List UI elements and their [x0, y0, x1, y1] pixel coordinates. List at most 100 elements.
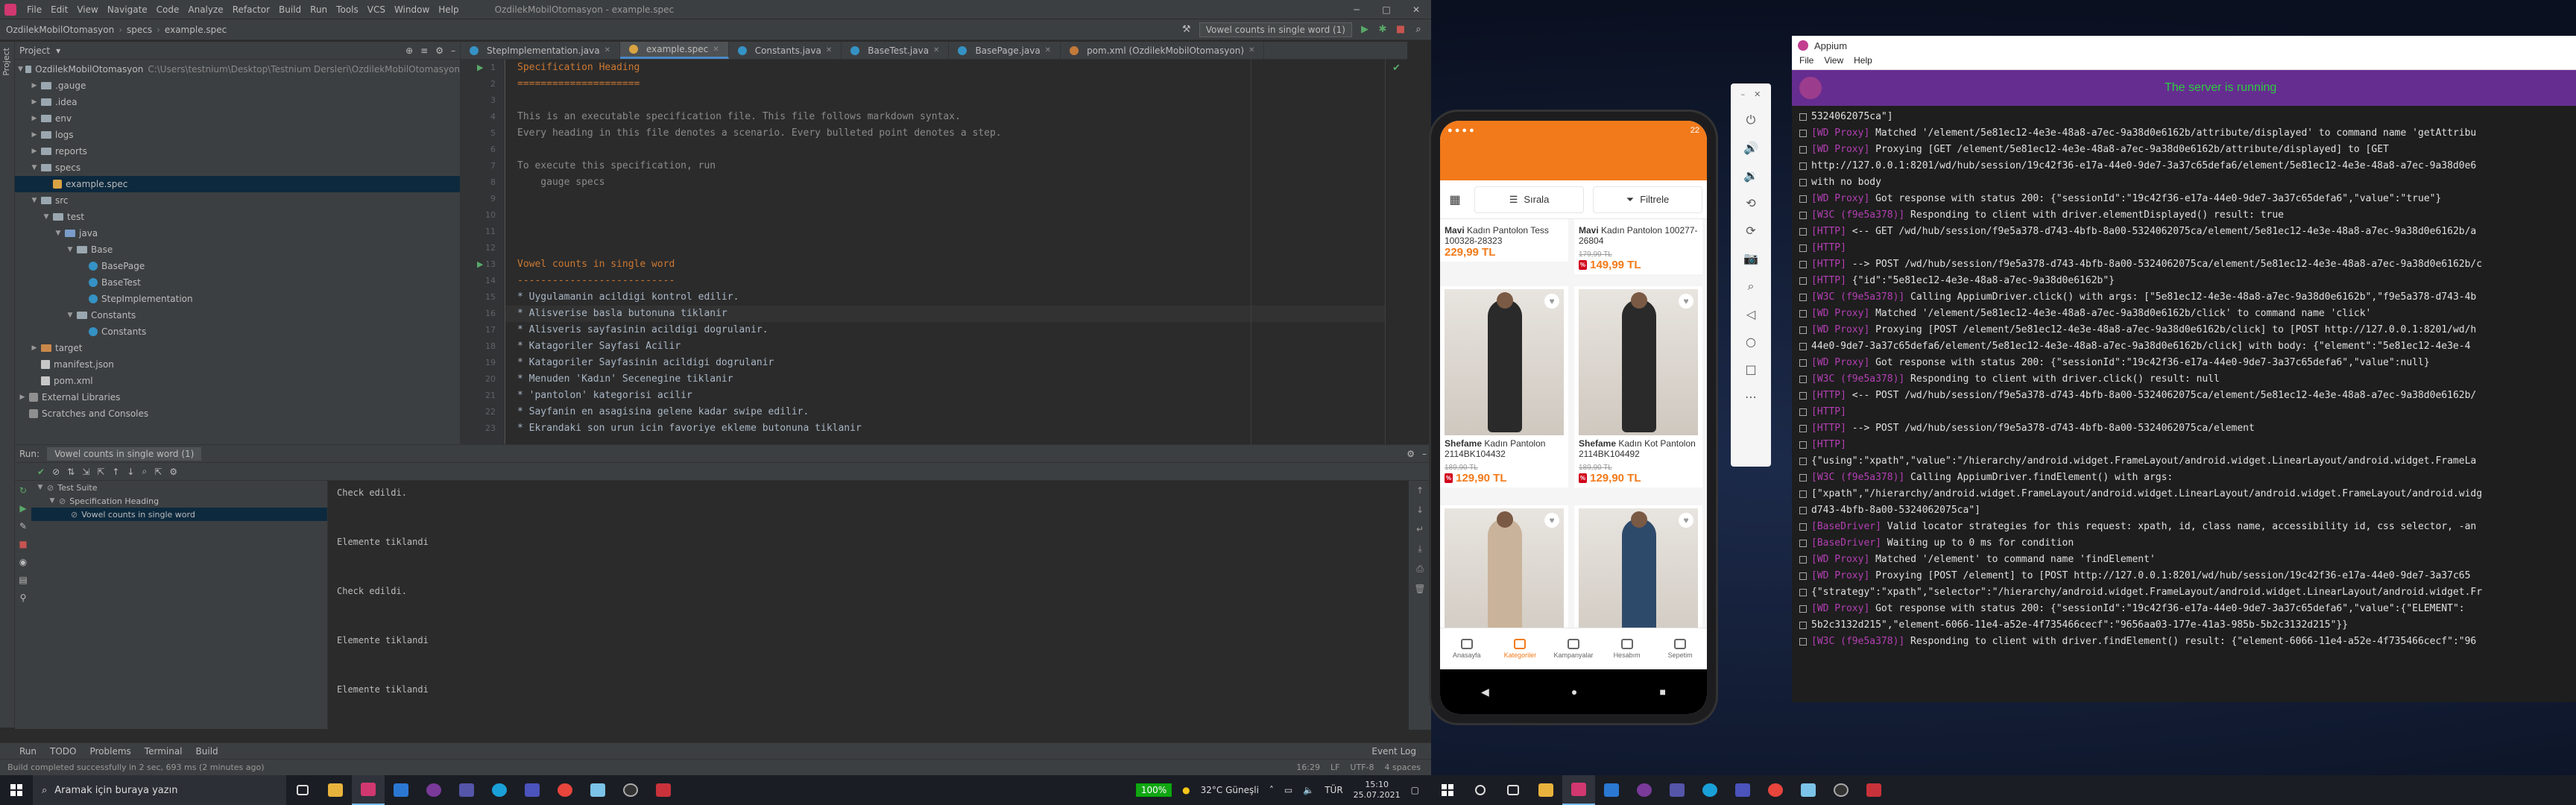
collapse-icon[interactable]: ≡ — [420, 45, 428, 56]
intellij-taskbar-icon[interactable] — [352, 775, 385, 805]
menu-vcs[interactable]: VCS — [363, 3, 390, 16]
project-tree-item[interactable]: StepImplementation — [15, 291, 460, 307]
code-line[interactable] — [505, 224, 1385, 240]
project-tree-item[interactable]: ▶ reports — [15, 143, 460, 160]
product-list[interactable]: Mavi Kadın Pantolon Tess 100328-28323 229… — [1440, 219, 1707, 663]
search-icon[interactable]: ⌕ — [1413, 24, 1424, 35]
volume-icon[interactable]: 🔈 — [1303, 785, 1314, 795]
pin-icon[interactable]: ⚲ — [20, 593, 27, 603]
menu-code[interactable]: Code — [152, 3, 184, 16]
menu-edit[interactable]: Edit — [46, 3, 72, 16]
menu-refactor[interactable]: Refactor — [228, 3, 274, 16]
tree-expand-icon[interactable]: ▶ — [30, 131, 39, 139]
project-panel-title[interactable]: Project — [19, 45, 50, 56]
tree-expand-icon[interactable]: ▼ — [42, 213, 51, 221]
chevron-down-icon[interactable]: ▾ — [56, 45, 60, 56]
run-console[interactable]: Check edildi. Elemente tiklandi Check edil… — [328, 481, 1409, 730]
appium-menu-view[interactable]: View — [1824, 55, 1843, 69]
code-line[interactable] — [505, 240, 1385, 256]
product-image[interactable]: ♥ — [1579, 289, 1698, 435]
mail-icon[interactable] — [385, 775, 417, 805]
start-button[interactable] — [0, 775, 33, 805]
tree-expand-icon[interactable]: ▶ — [30, 82, 39, 89]
tree-expand-icon[interactable]: ▼ — [48, 497, 57, 505]
mail-icon[interactable] — [1595, 775, 1628, 805]
favorite-heart-icon[interactable]: ♥ — [1679, 294, 1693, 309]
tray-chevron-icon[interactable]: ˄ — [1269, 785, 1274, 795]
tree-expand-icon[interactable]: ▶ — [30, 148, 39, 155]
expand-icon[interactable]: ⇲ — [82, 467, 89, 477]
project-tree-item[interactable]: Constants — [15, 323, 460, 340]
chrome-icon[interactable] — [549, 775, 581, 805]
close-tab-icon[interactable]: ✕ — [826, 46, 832, 54]
tree-expand-icon[interactable]: ▼ — [30, 164, 39, 171]
grid-view-icon[interactable]: ▦ — [1440, 192, 1470, 207]
down-icon[interactable]: ↓ — [127, 467, 134, 477]
home-icon[interactable]: ○ — [1746, 335, 1756, 349]
zoom-indicator[interactable]: 100% — [1135, 783, 1172, 797]
layout-icon[interactable]: ▤ — [19, 575, 27, 585]
code-line[interactable] — [505, 207, 1385, 224]
print-icon[interactable]: ⎙ — [1416, 564, 1424, 575]
menu-tools[interactable]: Tools — [332, 3, 363, 16]
overview-icon[interactable]: □ — [1745, 362, 1756, 376]
tool-terminal[interactable]: Terminal — [145, 746, 183, 757]
collapse-all-icon[interactable]: ⇱ — [97, 467, 104, 477]
close-tab-icon[interactable]: ✕ — [604, 46, 610, 54]
power-icon[interactable]: ⏻ — [1746, 113, 1756, 127]
editor-tab[interactable]: Constants.java ✕ — [729, 42, 842, 59]
code-line[interactable]: * 'pantolon' kategorisi acilir — [505, 388, 1385, 404]
file-explorer-icon[interactable] — [319, 775, 352, 805]
tool-build[interactable]: Build — [196, 746, 218, 757]
rerun-icon[interactable]: ↻ — [19, 485, 27, 496]
product-card[interactable]: ♥ Shefame Kadın Kot Pantolon 2114BK104492… — [1574, 286, 1702, 487]
code-line[interactable] — [505, 191, 1385, 207]
project-tree-item[interactable]: BasePage — [15, 258, 460, 274]
tree-expand-icon[interactable]: ▶ — [30, 115, 39, 122]
test-tree-item[interactable]: ⊘ Vowel counts in single word — [31, 508, 327, 521]
back-icon[interactable]: ◁ — [1746, 307, 1755, 321]
close-tab-icon[interactable]: ✕ — [1248, 46, 1254, 54]
code-line[interactable]: * Menuden 'Kadın' Secenegine tiklanir — [505, 371, 1385, 388]
monitor-icon[interactable] — [647, 775, 680, 805]
project-tree-item[interactable]: pom.xml — [15, 373, 460, 389]
code-area[interactable]: Specification Heading ===================… — [505, 60, 1385, 444]
code-line[interactable]: * Katagoriler Sayfasinin acildigi dogrul… — [505, 355, 1385, 371]
edge-icon[interactable] — [483, 775, 516, 805]
project-tree-item[interactable]: ▶ .gauge — [15, 78, 460, 94]
up-icon[interactable]: ↑ — [112, 467, 119, 477]
menu-window[interactable]: Window — [390, 3, 434, 16]
project-tree-item[interactable]: ▼ java — [15, 225, 460, 242]
gear-icon[interactable]: ⚙ — [1407, 449, 1415, 459]
trash-icon[interactable]: 🗑 — [1414, 584, 1425, 594]
side-tab-project[interactable]: Project — [0, 42, 13, 82]
nav-item-kampanyalar[interactable]: Kampanyalar — [1547, 628, 1600, 669]
run-tab[interactable]: Vowel counts in single word (1) — [47, 446, 202, 461]
project-tree-item[interactable]: example.spec — [15, 176, 460, 192]
tree-expand-icon[interactable]: ▼ — [54, 230, 63, 237]
code-line[interactable]: ===================== — [505, 76, 1385, 92]
code-line[interactable]: Every heading in this file denotes a sce… — [505, 125, 1385, 142]
nav-item-hesabım[interactable]: Hesabım — [1600, 628, 1654, 669]
hammer-icon[interactable]: ⚒ — [1181, 24, 1192, 35]
filter-button[interactable]: ⏷ Filtrele — [1593, 186, 1702, 213]
project-tree-item[interactable]: ▶ External Libraries — [15, 389, 460, 405]
arrow-up-icon[interactable]: ↑ — [1416, 485, 1424, 496]
export-icon[interactable]: ⇱ — [154, 467, 162, 477]
weather-text[interactable]: 32°C Güneşli — [1201, 785, 1259, 795]
stop-sign-icon[interactable]: ⊘ — [52, 467, 60, 477]
maximize-icon[interactable]: □ — [1371, 4, 1401, 15]
appium-menu-help[interactable]: Help — [1854, 55, 1872, 69]
app-icon[interactable] — [1661, 775, 1693, 805]
check-icon[interactable]: ✔ — [37, 467, 45, 477]
menu-file[interactable]: File — [22, 3, 46, 16]
editor-tab[interactable]: pom.xml (OzdilekMobilOtomasyon) ✕ — [1061, 42, 1265, 59]
tree-expand-icon[interactable]: ▶ — [30, 344, 39, 352]
project-tree-item[interactable]: Scratches and Consoles — [15, 405, 460, 422]
app-icon[interactable] — [614, 775, 647, 805]
weather-sun-icon[interactable]: ● — [1182, 785, 1190, 795]
project-tree-item[interactable]: BaseTest — [15, 274, 460, 291]
favorite-heart-icon[interactable]: ♥ — [1544, 294, 1559, 309]
wrench-icon[interactable]: ✎ — [19, 521, 27, 531]
code-line[interactable]: * Uygulamanin acildigi kontrol edilir. — [505, 289, 1385, 306]
